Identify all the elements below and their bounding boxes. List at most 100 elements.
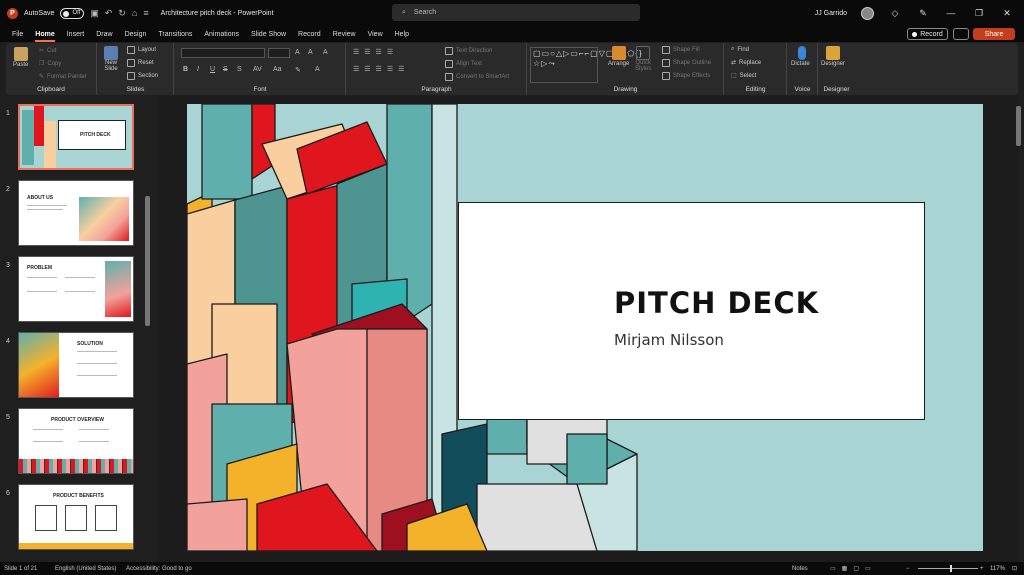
tab-file[interactable]: File [12, 31, 23, 38]
tab-review[interactable]: Review [333, 31, 356, 38]
select-button[interactable]: ⬚ Select [731, 72, 756, 80]
align-text-button[interactable]: Align Text [445, 60, 482, 68]
grow-font-icon[interactable]: A [295, 49, 300, 56]
zoom-slider-handle[interactable] [950, 565, 952, 572]
search-box[interactable]: ⌕ Search [392, 4, 640, 21]
title-placeholder[interactable]: PITCH DECK Mirjam Nilsson [458, 202, 925, 420]
shape-outline-button[interactable]: Shape Outline [662, 59, 711, 67]
slide-number: 6 [6, 490, 10, 497]
editor-scrollbar[interactable] [1016, 106, 1021, 146]
slide-thumbnail-6[interactable]: 6 PRODUCT BENEFITS [0, 484, 150, 550]
slide-counter: Slide 1 of 21 [4, 565, 38, 572]
shrink-font-icon[interactable]: A [308, 49, 313, 56]
user-name: JJ Garrido [814, 9, 847, 17]
fit-slide-icon[interactable]: ⊡ [1012, 565, 1017, 572]
autosave-toggle[interactable]: Off [60, 7, 85, 19]
avatar[interactable] [861, 6, 874, 20]
slide-thumbnail-4[interactable]: 4 SOLUTION [0, 332, 150, 398]
customize-toolbar-icon[interactable]: ≡ [143, 8, 148, 18]
restore-icon[interactable]: ❐ [972, 8, 986, 19]
share-label: Share [984, 30, 1004, 38]
drawing-group: ▢▭○△▷▭⌐⌐▢▽▢○△⬠{}☆▷⤳ Arrange Quick Styles … [528, 43, 724, 95]
redo-icon[interactable]: ↻ [118, 8, 126, 19]
tab-transitions[interactable]: Transitions [158, 31, 192, 38]
shadow-icon[interactable]: S [237, 66, 242, 73]
find-button[interactable]: ⌕ Find [731, 46, 749, 53]
zoom-out-icon[interactable]: − [906, 566, 910, 572]
quick-styles-button[interactable]: Quick Styles [635, 46, 651, 72]
shape-fill-button[interactable]: Shape Fill [662, 46, 700, 54]
slide-thumbnail-5[interactable]: 5 PRODUCT OVERVIEW [0, 408, 150, 474]
slide-thumbnail-3[interactable]: 3 PROBLEM [0, 256, 150, 322]
paste-button[interactable]: Paste [13, 47, 28, 68]
dictate-button[interactable]: Dictate [791, 46, 810, 67]
bold-button[interactable]: B [183, 66, 188, 73]
diamond-icon[interactable]: ◇ [888, 8, 902, 19]
cut-button[interactable]: ✂ Cut [39, 47, 56, 55]
zoom-slider[interactable] [918, 568, 978, 569]
undo-icon[interactable]: ↶ [105, 8, 113, 19]
thumb-image [79, 197, 129, 241]
close-icon[interactable]: ✕ [1000, 8, 1014, 19]
slide-thumbnail-1[interactable]: 1 PITCH DECK [0, 104, 150, 170]
share-button[interactable]: Share [973, 28, 1015, 40]
tab-home[interactable]: Home [35, 31, 56, 42]
font-size-select[interactable] [268, 48, 290, 58]
slide-thumbnail-panel[interactable]: 1 PITCH DECK 2 ABOUT US 3 PROBLEM 4 SOLU… [0, 96, 155, 562]
slide-title[interactable]: PITCH DECK [614, 286, 819, 320]
shapes-gallery[interactable]: ▢▭○△▷▭⌐⌐▢▽▢○△⬠{}☆▷⤳ [530, 47, 642, 83]
reset-button[interactable]: Reset [127, 59, 154, 67]
shape-effects-button[interactable]: Shape Effects [662, 72, 710, 80]
copy-button[interactable]: ❐ Copy [39, 60, 61, 68]
slide-subtitle[interactable]: Mirjam Nilsson [614, 331, 724, 349]
thumb-text-line [27, 277, 57, 278]
convert-smartart-button[interactable]: Convert to SmartArt [445, 73, 509, 81]
view-buttons[interactable]: ▭▦▢▭ [830, 565, 877, 572]
tab-animations[interactable]: Animations [204, 31, 239, 38]
designer-group-label: Designer [823, 86, 850, 93]
zoom-in-icon[interactable]: + [980, 566, 984, 572]
notes-button[interactable]: Notes [792, 566, 808, 572]
tab-help[interactable]: Help [395, 31, 409, 38]
tab-design[interactable]: Design [125, 31, 147, 38]
highlight-icon[interactable]: ✎ [295, 66, 301, 74]
tab-insert[interactable]: Insert [67, 31, 85, 38]
thumb-text-line [27, 209, 63, 210]
strikethrough-button[interactable]: S [223, 66, 228, 73]
case-icon[interactable]: Aa [273, 66, 282, 73]
layout-button[interactable]: Layout [127, 46, 156, 54]
clear-format-icon[interactable]: A [323, 49, 328, 56]
tab-slide-show[interactable]: Slide Show [251, 31, 286, 38]
section-button[interactable]: Section [127, 72, 158, 80]
dictate-label: Dictate [791, 61, 810, 67]
save-icon[interactable]: ▣ [90, 8, 99, 19]
tab-draw[interactable]: Draw [96, 31, 112, 38]
new-slide-button[interactable]: New Slide [104, 46, 118, 72]
font-family-select[interactable] [181, 48, 265, 58]
present-icon[interactable]: ⌂ [132, 8, 137, 18]
language-indicator[interactable]: English (United States) [55, 566, 116, 572]
slide-thumbnail-2[interactable]: 2 ABOUT US [0, 180, 150, 246]
italic-button[interactable]: I [197, 66, 199, 73]
align-icons[interactable]: ☰☰☰☰☰ [353, 65, 409, 73]
designer-button[interactable]: Designer [821, 46, 845, 67]
pen-icon[interactable]: ✎ [916, 8, 930, 19]
record-button[interactable]: Record [907, 28, 948, 40]
zoom-level[interactable]: 117% [990, 566, 1005, 572]
replace-button[interactable]: ⇄ Replace [731, 59, 761, 67]
tab-view[interactable]: View [368, 31, 383, 38]
underline-button[interactable]: U [210, 66, 215, 73]
tab-record[interactable]: Record [298, 31, 321, 38]
text-direction-button[interactable]: Text Direction [445, 47, 492, 55]
thumbnail-scrollbar[interactable] [145, 196, 150, 326]
layout-label: Layout [138, 47, 157, 53]
accessibility-status[interactable]: Accessibility: Good to go [126, 566, 192, 572]
format-painter-button[interactable]: ✎ Format Painter [39, 73, 87, 81]
spacing-icon[interactable]: AV [253, 66, 262, 73]
list-icons[interactable]: ☰☰☰☰ [353, 48, 398, 56]
font-color-icon[interactable]: A [315, 66, 320, 73]
comments-button[interactable] [953, 28, 969, 40]
current-slide[interactable]: PITCH DECK Mirjam Nilsson [187, 104, 983, 551]
minimize-icon[interactable]: — [944, 8, 958, 18]
arrange-button[interactable]: Arrange [608, 46, 629, 67]
